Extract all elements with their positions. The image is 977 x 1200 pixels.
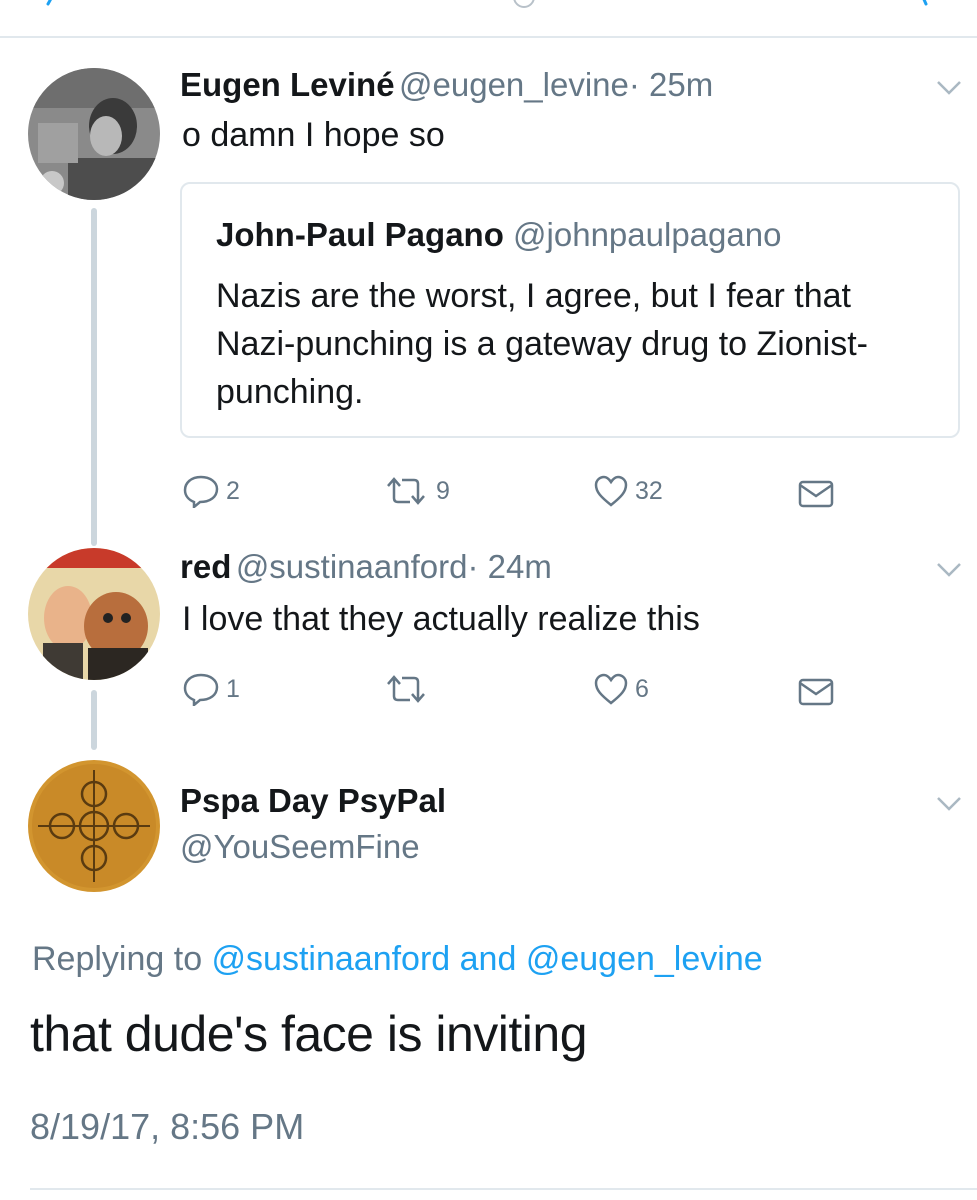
like-icon [594,475,628,507]
thread-line [91,690,97,750]
bottom-divider [30,1188,977,1190]
nav-center-icon [513,0,535,8]
tweet-text: I love that they actually realize this [182,600,700,638]
main-tweet-text: that dude's face is inviting [30,1006,588,1062]
replying-to: Replying to @sustinaanford and @eugen_le… [32,940,763,979]
display-name[interactable]: red [180,548,231,585]
retweet-icon [387,675,425,703]
tweet-time: · 25m [628,66,714,103]
retweet-count: 9 [436,476,450,505]
back-icon[interactable] [42,0,64,10]
tweet-header: Eugen Leviné @eugen_levine· 25m [180,66,713,104]
quoted-tweet-header: John-Paul Pagano @johnpaulpagano [216,216,781,254]
like-button[interactable]: 6 [593,672,649,706]
reply-count: 1 [226,674,240,703]
replying-and[interactable]: and [450,940,526,978]
chevron-down-icon[interactable] [936,80,962,96]
display-name[interactable]: Pspa Day PsyPal [180,782,446,820]
retweet-icon [387,477,425,505]
top-nav-bar [0,0,977,38]
reply-count: 2 [226,476,240,505]
dm-icon[interactable] [798,480,834,508]
like-icon [594,673,628,705]
reply-button[interactable]: 2 [182,474,240,508]
quoted-tweet[interactable]: John-Paul Pagano @johnpaulpagano Nazis a… [180,182,960,438]
avatar-red[interactable] [28,548,160,680]
chevron-down-icon[interactable] [936,562,962,578]
like-count: 6 [635,674,649,703]
replying-prefix: Replying to [32,940,212,978]
tweet-time: · 24m [467,548,552,585]
tweet-header: red @sustinaanford· 24m [180,548,552,586]
like-count: 32 [635,476,663,505]
user-handle[interactable]: @eugen_levine [399,66,629,103]
like-button[interactable]: 32 [593,474,663,508]
avatar-pspa-day-psypal[interactable] [28,760,160,892]
retweet-button[interactable]: 9 [382,476,450,506]
thread-line [91,208,97,546]
top-divider [0,36,977,38]
quoted-user-handle: @johnpaulpagano [513,216,782,253]
reply-button[interactable]: 1 [182,672,240,706]
dm-icon[interactable] [798,678,834,706]
avatar-eugen-levine[interactable] [28,68,160,200]
chevron-down-icon[interactable] [936,796,962,812]
user-handle[interactable]: @YouSeemFine [180,828,420,866]
reply-icon [183,673,219,706]
quoted-display-name: John-Paul Pagano [216,216,504,253]
user-handle[interactable]: @sustinaanford [236,548,468,585]
compose-icon[interactable] [912,0,934,10]
tweet-timestamp: 8/19/17, 8:56 PM [30,1106,305,1147]
reply-mention-link[interactable]: @eugen_levine [526,940,763,978]
reply-mention-link[interactable]: @sustinaanford [212,940,451,978]
display-name[interactable]: Eugen Leviné [180,66,395,103]
quoted-tweet-text: Nazis are the worst, I agree, but I fear… [216,277,868,411]
retweet-button[interactable] [382,674,436,704]
tweet-text: o damn I hope so [182,116,445,154]
reply-icon [183,475,219,508]
